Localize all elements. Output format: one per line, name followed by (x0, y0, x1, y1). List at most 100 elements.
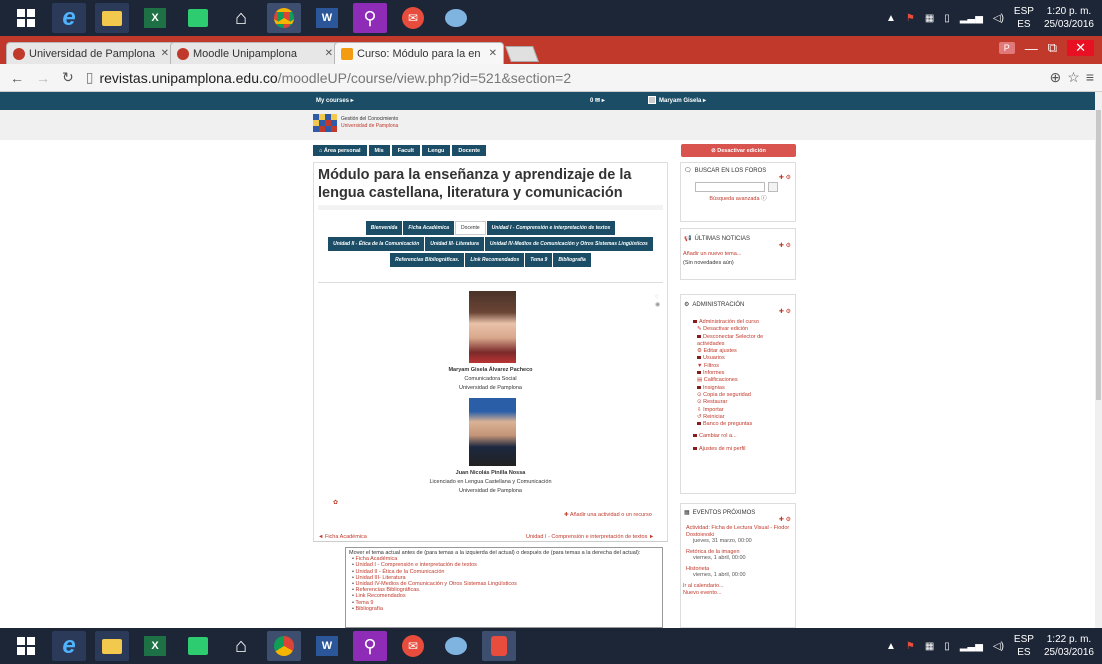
windows-tray-icon[interactable]: ▦ (925, 13, 934, 24)
menu-icon[interactable]: ≡ (1086, 69, 1094, 86)
search-app-icon[interactable]: ⚲ (353, 3, 387, 33)
tab-unidad-1[interactable]: Unidad I - Comprensión e interpretación … (486, 221, 616, 235)
new-event-link[interactable]: Nuevo evento... (683, 590, 793, 597)
paint-icon[interactable] (439, 3, 473, 33)
word-icon[interactable]: W (310, 3, 344, 33)
battery-icon[interactable]: ▯ (944, 641, 950, 652)
store-icon[interactable] (181, 3, 215, 33)
tab-unidad-3[interactable]: Unidad III- Literatura (425, 237, 484, 251)
search-go-button[interactable] (768, 182, 778, 192)
signal-icon[interactable]: ▂▃▅ (960, 13, 983, 24)
admin-item[interactable]: ⚙ Editar ajustes (685, 348, 791, 355)
admin-item[interactable]: ⇩ Importar (685, 407, 791, 414)
block-controls[interactable]: ✚ ⚙ (681, 242, 795, 249)
signal-icon[interactable]: ▂▃▅ (960, 641, 983, 652)
tab-referencias[interactable]: Referencias Bibliográficas. (390, 253, 465, 267)
add-news-link[interactable]: Añadir un nuevo tema... (683, 251, 741, 257)
tab-bibliografia[interactable]: Bibliografía (553, 253, 591, 267)
close-tab-icon[interactable]: ✕ (161, 48, 169, 59)
breadcrumb-item[interactable]: Facult (391, 145, 420, 156)
prev-section-link[interactable]: ◄ Ficha Académica (318, 534, 367, 540)
list-item[interactable]: • Bibliografía (352, 606, 659, 612)
language-indicator[interactable]: ESP ES (1014, 5, 1034, 31)
tab-docente[interactable]: Docente (455, 221, 486, 235)
admin-item[interactable]: ▼ Filtros (685, 363, 791, 370)
reload-icon[interactable]: ↻ (62, 69, 74, 86)
admin-item[interactable]: Informes (685, 370, 791, 377)
home-icon[interactable]: ⌂ (224, 631, 258, 661)
lightbulb-icon[interactable]: ◌ (655, 293, 660, 301)
windows-start-icon[interactable] (9, 631, 43, 661)
add-activity-link[interactable]: ✚ Añadir una actividad o un recurso (564, 512, 652, 518)
disable-editing-button[interactable]: ⊘ Desactivar edición (681, 144, 796, 157)
flag-icon[interactable]: ⚑ (906, 641, 915, 652)
language-indicator[interactable]: ESP ES (1014, 633, 1034, 659)
ie-icon[interactable]: e (52, 3, 86, 33)
volume-icon[interactable]: ◁) (993, 641, 1004, 652)
admin-item[interactable]: ⊙ Copia de seguridad (685, 392, 791, 399)
back-icon[interactable]: ← (10, 70, 24, 86)
admin-item[interactable]: Usuarios (685, 355, 791, 362)
admin-item[interactable]: Insignias (685, 385, 791, 392)
chrome-icon[interactable] (267, 631, 301, 661)
close-tab-icon[interactable]: ✕ (325, 48, 333, 59)
admin-item[interactable]: ↺ Reiniciar (685, 414, 791, 421)
battery-icon[interactable]: ▯ (944, 13, 950, 24)
admin-item[interactable]: Ajustes de mi perfil (685, 441, 791, 453)
tab-unidad-2[interactable]: Unidad II - Ética de la Comunicación (328, 237, 425, 251)
paint-icon[interactable] (439, 631, 473, 661)
browser-tab-universidad[interactable]: Universidad de Pamplona ✕ (6, 42, 176, 64)
zoom-icon[interactable]: ⊕ (1050, 69, 1062, 86)
close-window-icon[interactable]: ✕ (1067, 40, 1094, 56)
ie-icon[interactable]: e (52, 631, 86, 661)
user-menu[interactable]: Maryam Gisela ▸ (648, 96, 706, 104)
forum-search-input[interactable] (695, 182, 765, 192)
search-app-icon[interactable]: ⚲ (353, 631, 387, 661)
home-icon[interactable]: ⌂ (224, 3, 258, 33)
event-item[interactable]: Retórica de la imagen viernes, 1 abril, 0… (681, 547, 795, 564)
admin-item[interactable]: ✎ Desactivar edición (685, 326, 791, 333)
my-courses-menu[interactable]: My courses ▸ (316, 97, 354, 104)
breadcrumb-item[interactable]: Mis (368, 145, 390, 156)
scrollbar-thumb[interactable] (1096, 110, 1101, 400)
event-item[interactable]: Actividad: Ficha de Lectura Visual - Fio… (681, 523, 795, 547)
breadcrumb-item[interactable]: ⌂ Área personal (313, 145, 367, 156)
browser-tab-curso[interactable]: Curso: Módulo para la en ✕ (334, 42, 504, 64)
help-icon[interactable]: ⓘ (761, 196, 767, 202)
admin-item[interactable]: Cambiar rol a... (685, 428, 791, 440)
file-explorer-icon[interactable] (95, 3, 129, 33)
messages-menu[interactable]: 0 ✉ ▸ (590, 97, 605, 104)
file-explorer-icon[interactable] (95, 631, 129, 661)
next-section-link[interactable]: Unidad I - Comprensión e interpretación … (526, 534, 654, 540)
tab-bienvenida[interactable]: Bienvenida (365, 221, 403, 235)
block-controls[interactable]: ✚ ⚙ (681, 308, 795, 319)
mail-icon[interactable]: ✉ (396, 631, 430, 661)
tray-arrow-icon[interactable]: ▲ (886, 641, 896, 652)
flag-icon[interactable]: ⚑ (906, 13, 915, 24)
calendar-link[interactable]: Ir al calendario... (683, 583, 793, 590)
edit-gear-icon[interactable]: ✿ (333, 499, 338, 506)
chrome-icon[interactable] (267, 3, 301, 33)
site-logo[interactable]: Gestión del Conocimiento Universidad de P… (313, 114, 398, 132)
breadcrumb-item[interactable]: Docente (452, 145, 487, 156)
word-icon[interactable]: W (310, 631, 344, 661)
excel-icon[interactable]: X (138, 3, 172, 33)
tab-tema-9[interactable]: Tema 9 (525, 253, 553, 267)
app-icon[interactable] (482, 631, 516, 661)
block-controls[interactable]: ✚ ⚙ (681, 174, 795, 181)
windows-tray-icon[interactable]: ▦ (925, 641, 934, 652)
event-item[interactable]: Historieta viernes, 1 abril, 00:00 (681, 564, 795, 581)
store-icon[interactable] (181, 631, 215, 661)
forward-icon[interactable]: → (36, 70, 50, 86)
close-tab-icon[interactable]: ✕ (489, 48, 497, 59)
tab-ficha-academica[interactable]: Ficha Académica (403, 221, 455, 235)
advanced-search-link[interactable]: Búsqueda avanzada (709, 196, 759, 202)
browser-tab-moodle[interactable]: Moodle Unipamplona ✕ (170, 42, 340, 64)
mail-icon[interactable]: ✉ (396, 3, 430, 33)
eye-icon[interactable]: ◉ (655, 301, 660, 309)
minimize-icon[interactable]: — (1025, 41, 1038, 56)
clock[interactable]: 1:22 p. m. 25/03/2016 (1044, 633, 1094, 659)
tab-unidad-4[interactable]: Unidad IV-Medios de Comunicación y Otros… (484, 237, 653, 251)
profile-badge[interactable]: P (998, 42, 1015, 54)
windows-start-icon[interactable] (9, 3, 43, 33)
